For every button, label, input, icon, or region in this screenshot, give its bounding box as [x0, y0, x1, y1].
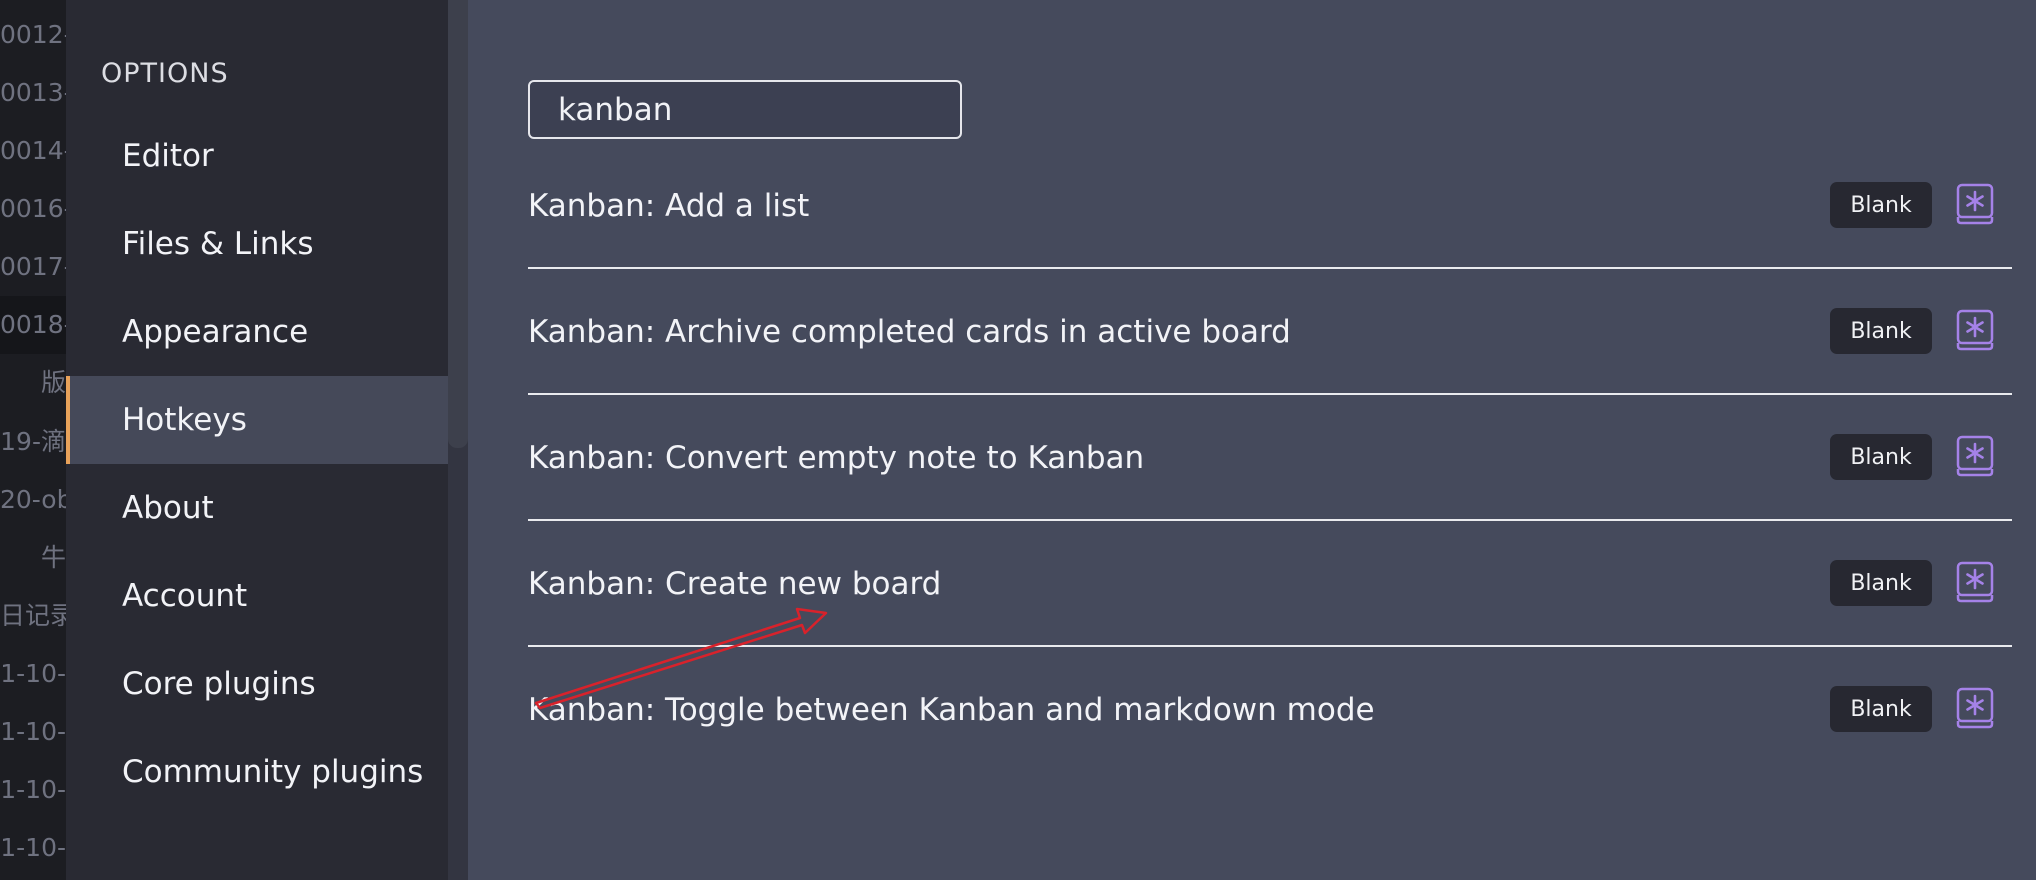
hotkey-row: Kanban: Toggle between Kanban and markdo… [528, 647, 2012, 773]
sidebar-header: OPTIONS [101, 58, 229, 89]
hotkey-blank-badge[interactable]: Blank [1830, 434, 1932, 480]
command-name: Kanban: Toggle between Kanban and markdo… [528, 692, 1375, 728]
file-item[interactable]: 1-10- [0, 833, 66, 863]
sidebar-item-core-plugins[interactable]: Core plugins [66, 640, 448, 728]
file-item[interactable]: 0017- [0, 252, 66, 282]
file-list: 0012- 0013- 0014- 0016- 0017- 0018- 版 19… [0, 0, 66, 880]
sidebar-item-label: Editor [122, 138, 214, 174]
file-item[interactable]: 版 [0, 368, 66, 398]
file-item[interactable]: 0013- [0, 78, 66, 108]
sidebar-item-files-links[interactable]: Files & Links [66, 200, 448, 288]
sidebar-item-label: Community plugins [122, 754, 424, 790]
settings-window: 0012- 0013- 0014- 0016- 0017- 0018- 版 19… [0, 0, 2036, 880]
sidebar-item-label: Core plugins [122, 666, 316, 702]
sidebar-scrollbar-thumb[interactable] [448, 0, 468, 448]
hotkey-row: Kanban: Add a list Blank [528, 143, 2012, 269]
sidebar-item-label: Files & Links [122, 226, 314, 262]
set-hotkey-icon[interactable] [1956, 309, 1994, 351]
file-item[interactable]: 20-ob [0, 485, 66, 515]
sidebar-item-label: Hotkeys [122, 402, 247, 438]
file-item[interactable]: 1-10- [0, 717, 66, 747]
command-name: Kanban: Convert empty note to Kanban [528, 440, 1145, 476]
set-hotkey-icon[interactable] [1956, 561, 1994, 603]
sidebar-item-label: Account [122, 578, 248, 614]
file-item[interactable]: 0018- [0, 296, 66, 354]
command-name: Kanban: Archive completed cards in activ… [528, 314, 1291, 350]
file-item[interactable]: 1-10- [0, 659, 66, 689]
hotkey-row: Kanban: Archive completed cards in activ… [528, 269, 2012, 395]
hotkey-search-input[interactable] [528, 80, 962, 139]
command-name: Kanban: Add a list [528, 188, 810, 224]
sidebar-item-editor[interactable]: Editor [66, 112, 448, 200]
hotkey-row: Kanban: Create new board Blank [528, 521, 2012, 647]
settings-sidebar: OPTIONS Editor Files & Links Appearance … [66, 0, 448, 880]
sidebar-item-community-plugins[interactable]: Community plugins [66, 728, 448, 816]
file-item[interactable]: 19-滴 [0, 427, 66, 457]
hotkey-row: Kanban: Convert empty note to Kanban Bla… [528, 395, 2012, 521]
sidebar-item-appearance[interactable]: Appearance [66, 288, 448, 376]
command-name: Kanban: Create new board [528, 566, 942, 602]
set-hotkey-icon[interactable] [1956, 435, 1994, 477]
set-hotkey-icon[interactable] [1956, 687, 1994, 729]
file-item[interactable]: 牛 [0, 543, 66, 573]
hotkey-blank-badge[interactable]: Blank [1830, 308, 1932, 354]
file-item[interactable]: 0016- [0, 194, 66, 224]
sidebar-item-about[interactable]: About [66, 464, 448, 552]
sidebar-item-hotkeys[interactable]: Hotkeys [66, 376, 448, 464]
file-item[interactable]: 1-10- [0, 775, 66, 805]
sidebar-item-label: About [122, 490, 214, 526]
file-item[interactable]: 0014- [0, 136, 66, 166]
hotkey-blank-badge[interactable]: Blank [1830, 560, 1932, 606]
file-item[interactable]: 0012- [0, 20, 66, 50]
hotkeys-panel: Kanban: Add a list Blank Kanban: Archive… [468, 0, 2036, 880]
sidebar-item-label: Appearance [122, 314, 309, 350]
set-hotkey-icon[interactable] [1956, 183, 1994, 225]
hotkey-blank-badge[interactable]: Blank [1830, 686, 1932, 732]
sidebar-item-account[interactable]: Account [66, 552, 448, 640]
file-item[interactable]: 日记录 [0, 601, 66, 631]
hotkey-blank-badge[interactable]: Blank [1830, 182, 1932, 228]
